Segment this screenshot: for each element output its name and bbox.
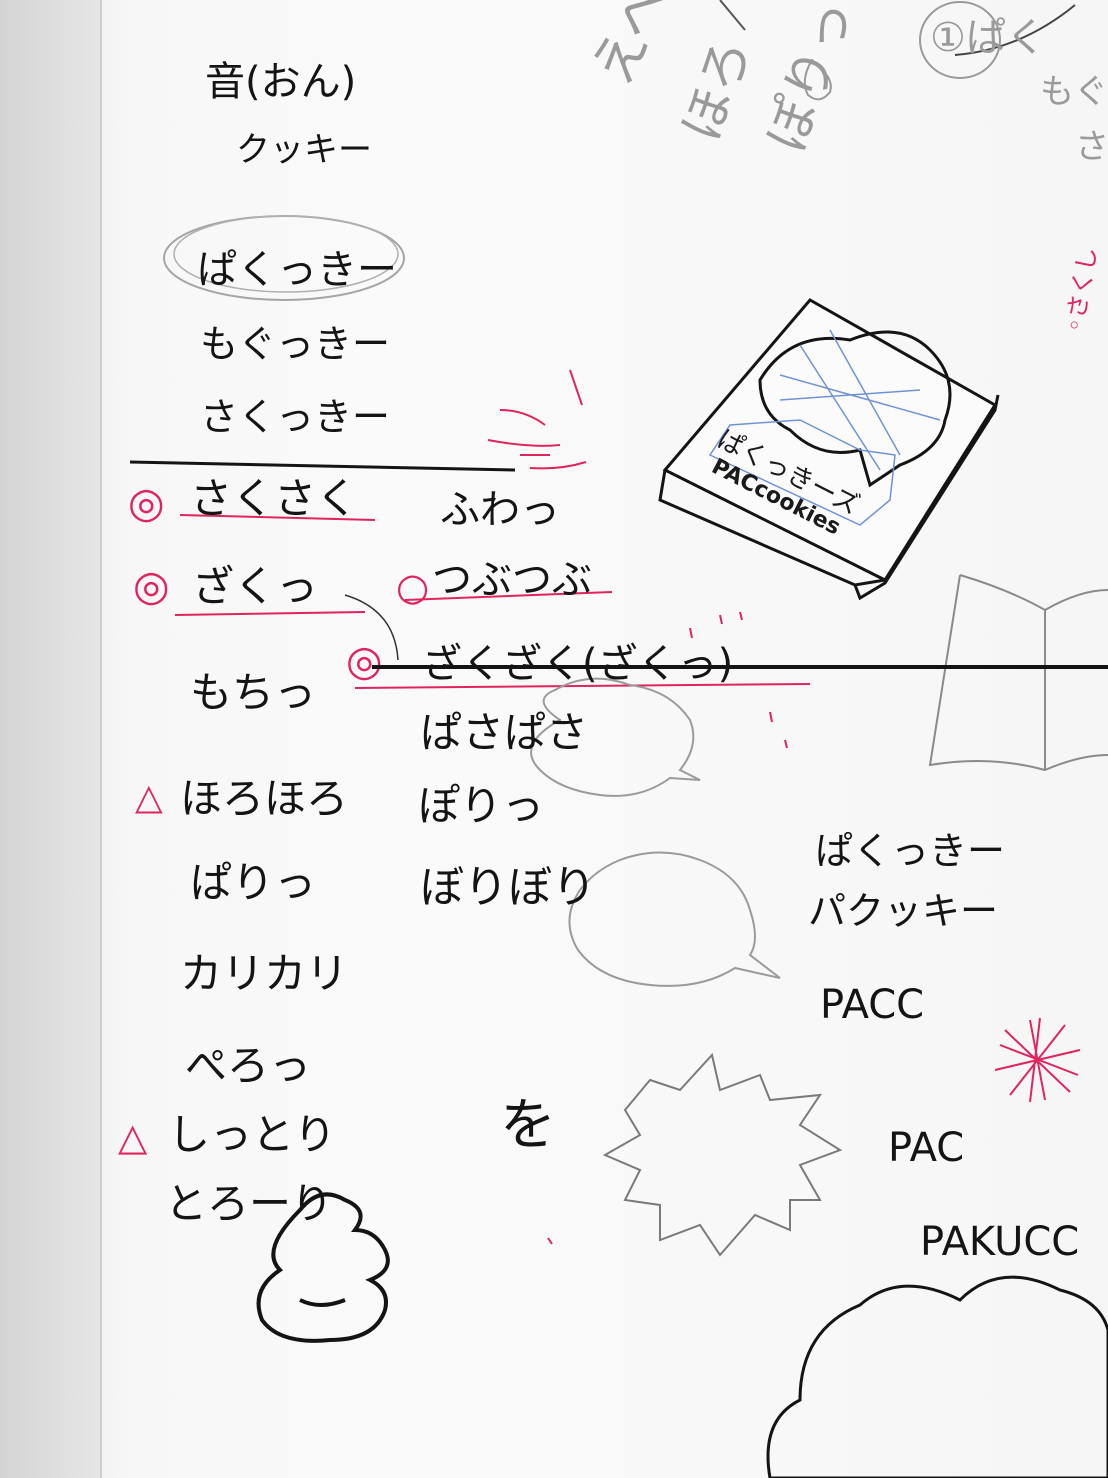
red-tick-marks <box>547 611 788 1245</box>
heading-kanji: 音(おん) <box>205 59 357 105</box>
pencil-corner-3: さ <box>1075 127 1108 167</box>
double-circle-mark-1: ◎ <box>128 478 165 527</box>
word-sakusaku: さくさく <box>190 474 359 523</box>
double-circle-mark-2: ◎ <box>133 561 170 610</box>
burst-bubble <box>602 1052 843 1257</box>
word-karikari: カリカリ <box>180 949 349 998</box>
candidate-mogu: もぐっきー <box>200 322 391 366</box>
cloud-sketch <box>766 1275 1108 1478</box>
circled-candidate: ぱくっきー <box>197 247 397 293</box>
red-starburst <box>994 1017 1081 1103</box>
triangle-mark-2: △ <box>118 1115 148 1159</box>
word-pero: ぺろっ <box>185 1041 312 1090</box>
candidate-saku: さくっきー <box>200 395 391 439</box>
word-pasapasa: ぱさぱさ <box>420 708 589 757</box>
word-boribori: ぼりぼり <box>420 862 596 913</box>
word-fuwa: ふわっ <box>440 487 560 533</box>
separator-line <box>129 460 516 472</box>
notebook-page: 音(おん) クッキー ぱくっきー もぐっきー さくっきー ◎ さくさく ◎ ざく… <box>0 0 1108 1478</box>
triangle-mark-1: △ <box>135 777 163 818</box>
double-circle-mark-3: ◎ <box>346 636 383 685</box>
name-katakana: パクッキー <box>808 889 999 933</box>
pencil-corner-1: ①ぱく <box>930 15 1046 61</box>
underline-zaku <box>174 611 366 616</box>
word-horohoro: ほろほろ <box>180 774 349 823</box>
word-zakuzaku-struck: ざくざく(ざくっ) <box>372 644 1108 684</box>
char-wo: を <box>500 1093 556 1158</box>
word-mochi: もちっ <box>190 668 317 717</box>
word-torori: とろーり <box>165 1179 334 1228</box>
pencil-corner-2: もぐ <box>1040 72 1108 112</box>
cookie-box-illustration <box>658 298 1000 601</box>
latin-pakucc: PAKUCC <box>920 1219 1080 1265</box>
motion-lines <box>487 369 587 470</box>
word-tsubutsubu: つぶつぶ <box>432 557 592 603</box>
speech-bubble-low <box>568 851 781 987</box>
heading-sub: クッキー <box>236 130 372 170</box>
circle-mark-tsubu: ○ <box>396 565 430 609</box>
latin-pacc: PACC <box>820 982 925 1028</box>
word-zaku: ざくっ <box>192 562 319 611</box>
latin-pac: PAC <box>888 1125 965 1171</box>
pencil-top-line <box>719 0 746 31</box>
word-pori: ぽりっ <box>418 781 545 830</box>
name-kana: ぱくっきー <box>815 829 1006 873</box>
word-shittori: しっとり <box>168 1110 337 1159</box>
word-pari: ぱりっ <box>190 858 317 907</box>
